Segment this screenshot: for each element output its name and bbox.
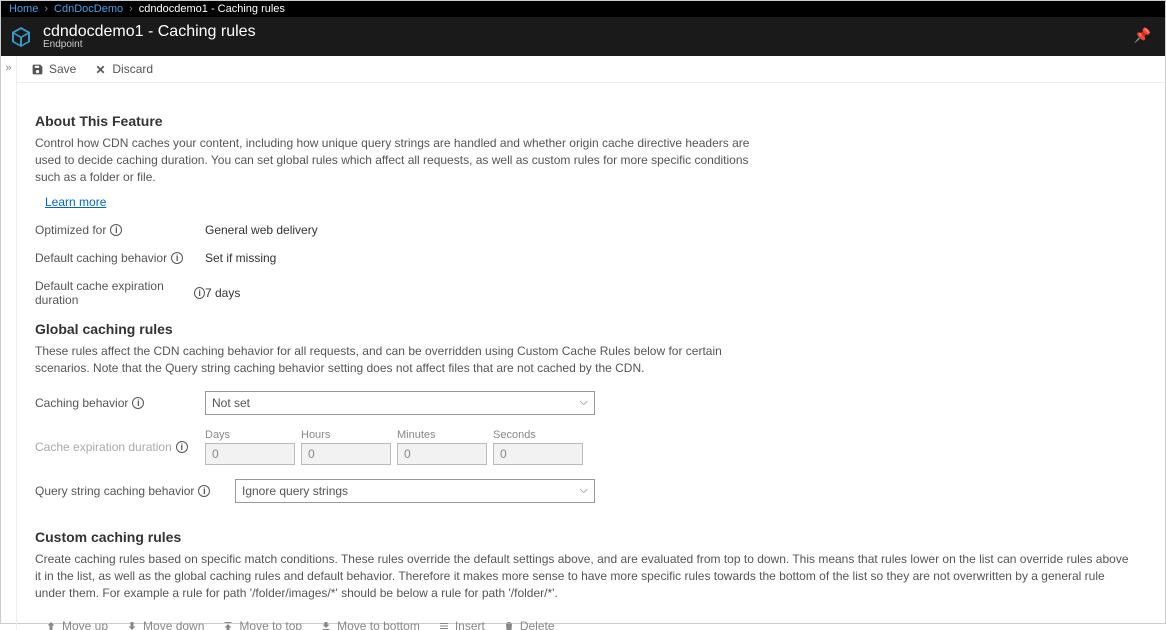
close-icon bbox=[94, 63, 107, 76]
cache-expiration-label: Cache expiration duration i bbox=[35, 440, 205, 454]
about-heading: About This Feature bbox=[35, 113, 1147, 129]
default-behavior-value: Set if missing bbox=[205, 251, 276, 265]
move-to-top-button[interactable]: Move to top bbox=[222, 619, 302, 630]
custom-rules-description: Create caching rules based on specific m… bbox=[35, 551, 1135, 601]
about-description: Control how CDN caches your content, inc… bbox=[35, 135, 755, 185]
arrow-down-icon bbox=[126, 620, 138, 630]
breadcrumb: Home › CdnDocDemo › cdndocdemo1 - Cachin… bbox=[1, 1, 1165, 17]
chevron-right-icon: › bbox=[129, 3, 133, 15]
minutes-label: Minutes bbox=[397, 429, 487, 441]
discard-button[interactable]: Discard bbox=[94, 62, 153, 76]
minutes-input[interactable] bbox=[397, 443, 487, 465]
endpoint-icon bbox=[9, 25, 33, 49]
info-icon[interactable]: i bbox=[176, 441, 188, 453]
info-icon[interactable]: i bbox=[132, 397, 144, 409]
breadcrumb-home[interactable]: Home bbox=[9, 3, 38, 15]
breadcrumb-current: cdndocdemo1 - Caching rules bbox=[139, 3, 285, 15]
info-icon[interactable]: i bbox=[171, 252, 183, 264]
arrow-top-icon bbox=[222, 620, 234, 630]
chevron-down-icon: ⌵ bbox=[580, 396, 588, 409]
rules-toolbar: Move up Move down Move to top Move to bo… bbox=[45, 619, 1147, 630]
hours-input[interactable] bbox=[301, 443, 391, 465]
query-string-select[interactable]: Ignore query strings ⌵ bbox=[235, 479, 595, 503]
caching-behavior-label: Caching behavior i bbox=[35, 396, 205, 410]
seconds-input[interactable] bbox=[493, 443, 583, 465]
page-header: cdndocdemo1 - Caching rules Endpoint 📌 bbox=[1, 17, 1165, 56]
arrow-bottom-icon bbox=[320, 620, 332, 630]
insert-button[interactable]: Insert bbox=[438, 619, 485, 630]
optimized-for-label: Optimized for i bbox=[35, 223, 205, 237]
default-behavior-label: Default caching behavior i bbox=[35, 251, 205, 265]
default-duration-value: 7 days bbox=[205, 286, 240, 300]
insert-icon bbox=[438, 620, 450, 630]
chevron-down-icon: ⌵ bbox=[580, 484, 588, 497]
info-icon[interactable]: i bbox=[198, 485, 210, 497]
arrow-up-icon bbox=[45, 620, 57, 630]
global-rules-description: These rules affect the CDN caching behav… bbox=[35, 343, 755, 377]
days-input[interactable] bbox=[205, 443, 295, 465]
caching-behavior-select[interactable]: Not set ⌵ bbox=[205, 391, 595, 415]
move-down-button[interactable]: Move down bbox=[126, 619, 204, 630]
breadcrumb-level1[interactable]: CdnDocDemo bbox=[54, 3, 123, 15]
info-icon[interactable]: i bbox=[110, 224, 122, 236]
days-label: Days bbox=[205, 429, 295, 441]
optimized-for-value: General web delivery bbox=[205, 223, 318, 237]
save-icon bbox=[31, 63, 44, 76]
custom-rules-heading: Custom caching rules bbox=[35, 529, 1147, 545]
global-rules-heading: Global caching rules bbox=[35, 321, 1147, 337]
save-button[interactable]: Save bbox=[31, 62, 76, 76]
command-bar: Save Discard bbox=[17, 56, 1165, 83]
pin-icon[interactable]: 📌 bbox=[1134, 27, 1151, 44]
seconds-label: Seconds bbox=[493, 429, 583, 441]
delete-button[interactable]: Delete bbox=[503, 619, 555, 630]
trash-icon bbox=[503, 620, 515, 630]
hours-label: Hours bbox=[301, 429, 391, 441]
chevron-right-icon: › bbox=[44, 3, 48, 15]
query-string-label: Query string caching behavior i bbox=[35, 484, 235, 498]
move-up-button[interactable]: Move up bbox=[45, 619, 108, 630]
learn-more-link[interactable]: Learn more bbox=[45, 195, 106, 209]
expand-handle[interactable]: » bbox=[1, 56, 17, 630]
default-duration-label: Default cache expiration duration i bbox=[35, 279, 205, 307]
info-icon[interactable]: i bbox=[194, 287, 205, 299]
move-to-bottom-button[interactable]: Move to bottom bbox=[320, 619, 420, 630]
